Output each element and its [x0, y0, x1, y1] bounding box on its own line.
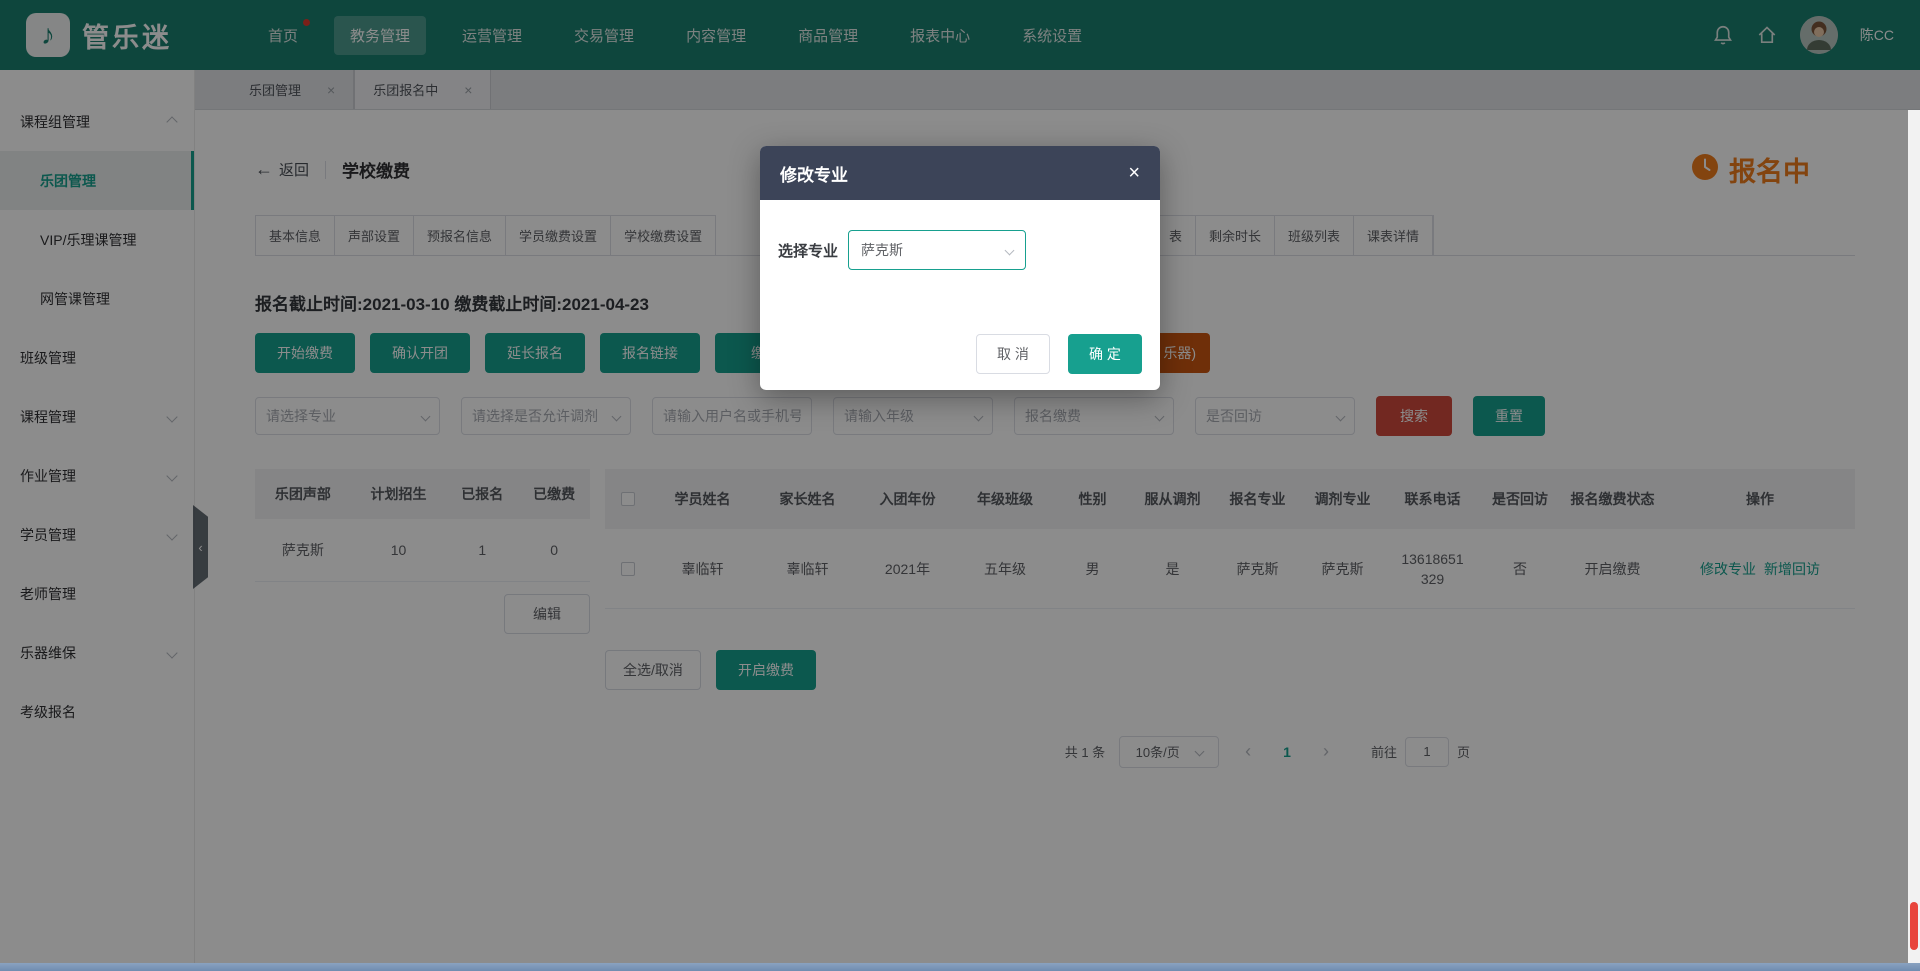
major-select[interactable]: 萨克斯 [848, 230, 1026, 270]
vertical-scrollbar-track [1908, 110, 1920, 963]
select-major-label: 选择专业 [778, 240, 838, 261]
screen: ♪ 管乐迷 首页 教务管理 运营管理 交易管理 内容管理 商品管理 报表中心 系… [0, 0, 1920, 971]
confirm-button[interactable]: 确 定 [1068, 334, 1142, 374]
cancel-button[interactable]: 取 消 [976, 334, 1050, 374]
modal-body: 选择专业 萨克斯 取 消 确 定 [760, 200, 1160, 390]
chevron-down-icon [1005, 245, 1015, 255]
modify-major-modal: 修改专业 × 选择专业 萨克斯 取 消 确 定 [760, 146, 1160, 390]
modal-title: 修改专业 [780, 161, 848, 186]
modal-header: 修改专业 × [760, 146, 1160, 200]
vertical-scrollbar-thumb[interactable] [1910, 902, 1918, 950]
close-icon[interactable]: × [1128, 163, 1140, 183]
horizontal-scrollbar[interactable] [0, 963, 1920, 971]
